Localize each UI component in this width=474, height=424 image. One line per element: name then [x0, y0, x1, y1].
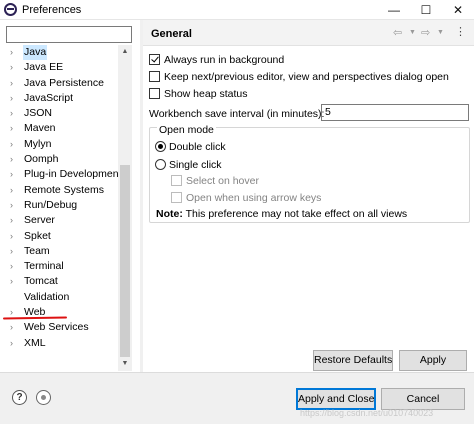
- save-interval-input[interactable]: 5: [321, 104, 469, 121]
- scroll-down-icon[interactable]: ▼: [118, 357, 132, 371]
- keep-next-option[interactable]: Keep next/previous editor, view and pers…: [149, 70, 449, 84]
- select-on-hover-checkbox: [171, 175, 182, 186]
- chevron-right-icon[interactable]: ›: [10, 259, 13, 274]
- chevron-right-icon[interactable]: ›: [10, 91, 13, 106]
- filter-input[interactable]: [6, 26, 132, 43]
- dialog-button-bar: ? Apply and Close Cancel https://blog.cs…: [0, 372, 474, 424]
- chevron-right-icon[interactable]: ›: [10, 336, 13, 351]
- double-click-radio[interactable]: [155, 141, 166, 152]
- back-dropdown-icon[interactable]: ▼: [409, 29, 416, 36]
- tree-item-java-ee[interactable]: › Java EE: [0, 60, 118, 75]
- chevron-right-icon[interactable]: ›: [10, 60, 13, 75]
- chevron-right-icon[interactable]: ›: [10, 76, 13, 91]
- watermark-text: https://blog.csdn.net/u010740023: [300, 408, 434, 418]
- page-title: General: [151, 28, 192, 40]
- tree-item-server[interactable]: › Server: [0, 213, 118, 228]
- select-on-hover-option: Select on hover: [171, 174, 259, 188]
- tree-scrollbar[interactable]: ▲ ▼: [118, 45, 132, 371]
- chevron-right-icon[interactable]: ›: [10, 229, 13, 244]
- minimize-button[interactable]: —: [378, 0, 410, 20]
- tree-item-java[interactable]: › Java: [0, 45, 118, 61]
- scroll-up-icon[interactable]: ▲: [118, 45, 132, 59]
- chevron-right-icon[interactable]: ›: [10, 320, 13, 335]
- tree-item-team[interactable]: › Team: [0, 244, 118, 259]
- chevron-right-icon[interactable]: ›: [10, 137, 13, 152]
- preference-page: General ⇦ ▼ ⇨ ▼ ⋮ Always run in backgrou…: [143, 20, 474, 372]
- eclipse-logo-icon: [4, 3, 17, 16]
- open-arrow-keys-option: Open when using arrow keys: [171, 191, 321, 205]
- chevron-right-icon[interactable]: ›: [10, 152, 13, 167]
- help-icon[interactable]: ?: [12, 390, 27, 405]
- forward-arrow-icon[interactable]: ⇨: [421, 26, 430, 39]
- tree-item-terminal[interactable]: › Terminal: [0, 259, 118, 274]
- double-click-option[interactable]: Double click: [155, 140, 226, 154]
- chevron-right-icon[interactable]: ›: [10, 198, 13, 213]
- single-click-option[interactable]: Single click: [155, 158, 222, 172]
- chevron-right-icon[interactable]: ›: [10, 167, 13, 182]
- scrollbar-thumb[interactable]: [120, 165, 130, 357]
- tree-item-web-services[interactable]: › Web Services: [0, 320, 118, 335]
- heap-status-checkbox[interactable]: [149, 88, 160, 99]
- chevron-right-icon[interactable]: ›: [10, 106, 13, 121]
- tree-item-javascript[interactable]: › JavaScript: [0, 91, 118, 106]
- apply-and-close-button[interactable]: Apply and Close: [296, 388, 376, 410]
- apply-button[interactable]: Apply: [399, 350, 467, 371]
- single-click-radio[interactable]: [155, 159, 166, 170]
- tree-item-validation[interactable]: Validation: [0, 290, 118, 305]
- open-mode-title: Open mode: [157, 124, 216, 136]
- tree-item-tomcat[interactable]: › Tomcat: [0, 274, 118, 289]
- chevron-right-icon[interactable]: ›: [10, 45, 13, 60]
- tree-item-mylyn[interactable]: › Mylyn: [0, 137, 118, 152]
- import-export-icon[interactable]: [36, 390, 51, 405]
- preference-tree-pane: › Java › Java EE › Java Persistence › JavaSc…: [0, 20, 140, 372]
- keep-next-checkbox[interactable]: [149, 71, 160, 82]
- tree-item-remote-systems[interactable]: › Remote Systems: [0, 183, 118, 198]
- cancel-button[interactable]: Cancel: [381, 388, 465, 410]
- save-interval-label: Workbench save interval (in minutes):: [149, 108, 325, 120]
- chevron-right-icon[interactable]: ›: [10, 213, 13, 228]
- restore-defaults-button[interactable]: Restore Defaults: [313, 350, 393, 371]
- title-bar: Preferences — ☐ ✕: [0, 0, 474, 20]
- tree-item-oomph[interactable]: › Oomph: [0, 152, 118, 167]
- chevron-right-icon[interactable]: ›: [10, 274, 13, 289]
- close-button[interactable]: ✕: [442, 0, 474, 20]
- window-title: Preferences: [22, 4, 82, 16]
- tree-item-maven[interactable]: › Maven: [0, 121, 118, 136]
- forward-dropdown-icon[interactable]: ▼: [437, 29, 444, 36]
- maximize-button[interactable]: ☐: [410, 0, 442, 20]
- page-header: General ⇦ ▼ ⇨ ▼ ⋮: [143, 20, 474, 46]
- open-arrow-keys-checkbox: [171, 192, 182, 203]
- view-menu-icon[interactable]: ⋮: [455, 25, 466, 38]
- always-run-option[interactable]: Always run in background: [149, 53, 284, 67]
- tree-item-java-persistence[interactable]: › Java Persistence: [0, 76, 118, 91]
- chevron-right-icon[interactable]: ›: [10, 121, 13, 136]
- chevron-right-icon[interactable]: ›: [10, 244, 13, 259]
- tree-item-run-debug[interactable]: › Run/Debug: [0, 198, 118, 213]
- always-run-checkbox[interactable]: [149, 54, 160, 65]
- tree-item-xml[interactable]: › XML: [0, 336, 118, 351]
- tree-item-spket[interactable]: › Spket: [0, 229, 118, 244]
- chevron-right-icon[interactable]: ›: [10, 183, 13, 198]
- back-arrow-icon[interactable]: ⇦: [393, 26, 402, 39]
- tree-item-plugin-development[interactable]: › Plug-in Development: [0, 167, 118, 182]
- preference-note: Note: This preference may not take effec…: [156, 208, 408, 220]
- tree-item-json[interactable]: › JSON: [0, 106, 118, 121]
- heap-status-option[interactable]: Show heap status: [149, 87, 247, 101]
- preference-tree: › Java › Java EE › Java Persistence › JavaSc…: [0, 45, 118, 371]
